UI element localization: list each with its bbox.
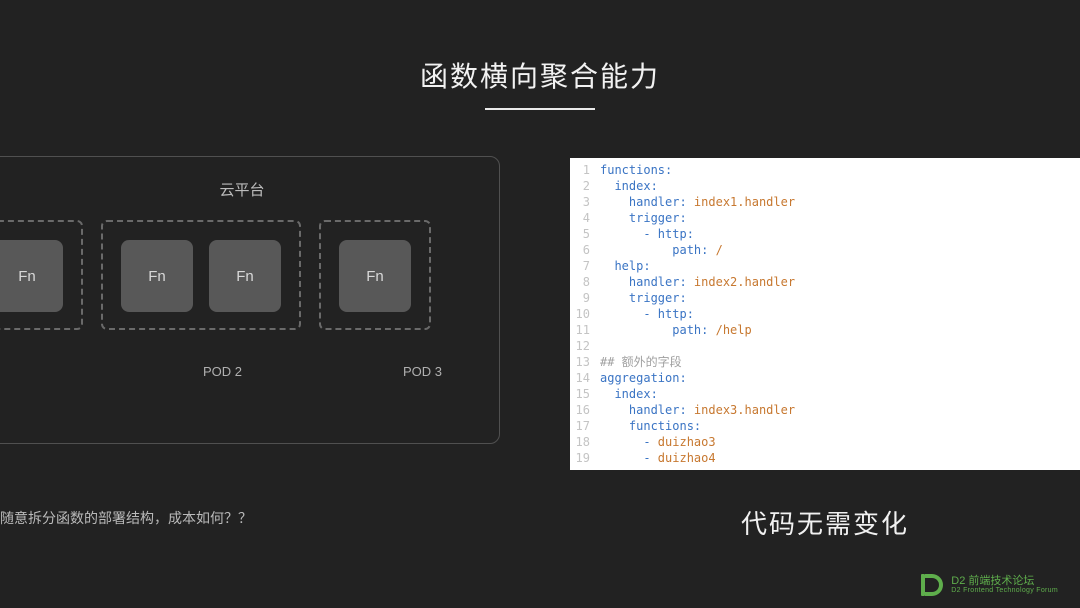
footer-en: D2 Frontend Technology Forum <box>951 587 1058 594</box>
code-text: index: <box>600 386 658 402</box>
d2-logo-icon <box>921 574 943 596</box>
pod-2: Fn Fn <box>101 220 301 330</box>
cloud-platform-label: 云平台 <box>0 179 499 200</box>
code-line: 18 - duizhao3 <box>570 434 1080 450</box>
line-number: 10 <box>570 306 600 322</box>
code-text: path: /help <box>600 322 752 338</box>
code-line: 5 - http: <box>570 226 1080 242</box>
pod-label: POD 2 <box>203 364 242 379</box>
line-number: 3 <box>570 194 600 210</box>
cloud-platform-panel: 云平台 Fn Fn Fn Fn 1 POD 2 POD 3 <box>0 156 500 444</box>
slide-title: 函数横向聚合能力 <box>0 55 1080 95</box>
code-line: 12 <box>570 338 1080 354</box>
code-line: 19 - duizhao4 <box>570 450 1080 466</box>
pods-row: Fn Fn Fn Fn <box>0 220 499 330</box>
code-text: functions: <box>600 162 672 178</box>
code-line: 9 trigger: <box>570 290 1080 306</box>
fn-box: Fn <box>121 240 193 312</box>
line-number: 17 <box>570 418 600 434</box>
code-line: 11 path: /help <box>570 322 1080 338</box>
pod-1: Fn <box>0 220 83 330</box>
line-number: 9 <box>570 290 600 306</box>
code-line: 8 handler: index2.handler <box>570 274 1080 290</box>
line-number: 11 <box>570 322 600 338</box>
line-number: 6 <box>570 242 600 258</box>
code-text: handler: index3.handler <box>600 402 795 418</box>
code-text: - duizhao4 <box>600 450 716 466</box>
fn-box: Fn <box>209 240 281 312</box>
code-line: 17 functions: <box>570 418 1080 434</box>
code-text: - http: <box>600 306 694 322</box>
line-number: 13 <box>570 354 600 370</box>
footer-logo: D2 前端技术论坛 D2 Frontend Technology Forum <box>921 574 1058 596</box>
code-line: 14aggregation: <box>570 370 1080 386</box>
code-block: 1functions:2 index:3 handler: index1.han… <box>570 158 1080 466</box>
code-line: 10 - http: <box>570 306 1080 322</box>
code-text: trigger: <box>600 210 687 226</box>
line-number: 1 <box>570 162 600 178</box>
code-line: 3 handler: index1.handler <box>570 194 1080 210</box>
code-text: ## 额外的字段 <box>600 354 682 370</box>
line-number: 18 <box>570 434 600 450</box>
code-text: aggregation: <box>600 370 687 386</box>
line-number: 12 <box>570 338 600 354</box>
line-number: 5 <box>570 226 600 242</box>
line-number: 14 <box>570 370 600 386</box>
line-number: 8 <box>570 274 600 290</box>
code-text: functions: <box>600 418 701 434</box>
code-line: 16 handler: index3.handler <box>570 402 1080 418</box>
code-line: 2 index: <box>570 178 1080 194</box>
code-text: handler: index1.handler <box>600 194 795 210</box>
line-number: 16 <box>570 402 600 418</box>
footer-cn: D2 前端技术论坛 <box>951 576 1058 588</box>
pod-label: POD 3 <box>403 364 442 379</box>
footer-logo-text: D2 前端技术论坛 D2 Frontend Technology Forum <box>951 576 1058 595</box>
code-text: help: <box>600 258 651 274</box>
code-line: 4 trigger: <box>570 210 1080 226</box>
code-text: handler: index2.handler <box>600 274 795 290</box>
line-number: 7 <box>570 258 600 274</box>
line-number: 2 <box>570 178 600 194</box>
question-text: 随意拆分函数的部署结构，成本如何？？ <box>0 508 252 528</box>
code-text: index: <box>600 178 658 194</box>
caption-right: 代码无需变化 <box>570 504 1080 541</box>
pod-3: Fn <box>319 220 431 330</box>
line-number: 15 <box>570 386 600 402</box>
fn-box: Fn <box>339 240 411 312</box>
code-line: 6 path: / <box>570 242 1080 258</box>
code-text: - duizhao3 <box>600 434 716 450</box>
fn-box: Fn <box>0 240 63 312</box>
code-text: - http: <box>600 226 694 242</box>
code-text: trigger: <box>600 290 687 306</box>
line-number: 19 <box>570 450 600 466</box>
code-text: path: / <box>600 242 723 258</box>
line-number: 4 <box>570 210 600 226</box>
code-panel: 1functions:2 index:3 handler: index1.han… <box>570 158 1080 470</box>
title-divider <box>485 108 595 110</box>
code-line: 1functions: <box>570 162 1080 178</box>
code-line: 15 index: <box>570 386 1080 402</box>
code-line: 13## 额外的字段 <box>570 354 1080 370</box>
code-line: 7 help: <box>570 258 1080 274</box>
